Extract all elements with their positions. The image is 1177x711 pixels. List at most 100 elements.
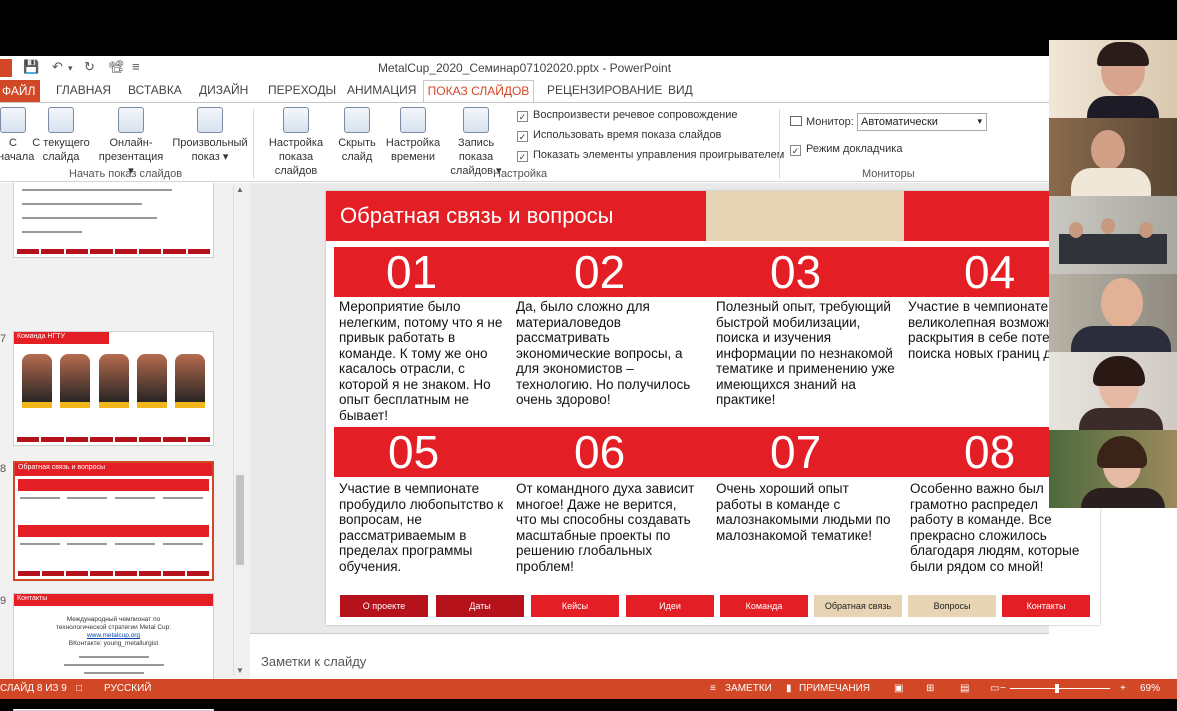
zoom-slider[interactable] bbox=[1010, 688, 1110, 689]
tab-review[interactable]: РЕЦЕНЗИРОВАНИЕ bbox=[547, 83, 662, 97]
participant-group bbox=[1059, 234, 1167, 264]
notes-pane[interactable]: Заметки к слайду bbox=[250, 633, 1049, 679]
thumb-text-line bbox=[79, 656, 149, 658]
black-top-border bbox=[0, 0, 1177, 56]
window-title: MetalCup_2020_Семинар07102020.pptx - Pow… bbox=[377, 61, 672, 75]
scrollbar-thumb[interactable] bbox=[236, 475, 244, 565]
ribbon-separator bbox=[779, 109, 780, 179]
timing-label-1: Настройка bbox=[385, 137, 441, 149]
timing-label-2: времени bbox=[391, 151, 435, 163]
scroll-down-icon[interactable]: ▼ bbox=[236, 666, 244, 675]
participant-body bbox=[1071, 326, 1171, 352]
language-indicator[interactable]: РУССКИЙ bbox=[104, 683, 151, 694]
normal-view-icon[interactable]: ▣ bbox=[894, 683, 903, 694]
thumb-text-line bbox=[67, 543, 107, 545]
present-online-label-1: Онлайн- bbox=[109, 137, 153, 149]
comments-toggle[interactable]: ПРИМЕЧАНИЯ bbox=[799, 683, 870, 694]
presenter-view-checkbox[interactable]: ✓ Режим докладчика bbox=[790, 143, 902, 156]
nav-button-dates[interactable]: Даты bbox=[436, 595, 524, 617]
cell-text-01[interactable]: Мероприятие было нелегким, потому что я … bbox=[339, 299, 504, 423]
nav-button-ideas[interactable]: Идеи bbox=[626, 595, 714, 617]
tab-transitions[interactable]: ПЕРЕХОДЫ bbox=[268, 83, 336, 97]
slide-title[interactable]: Обратная связь и вопросы bbox=[340, 203, 613, 229]
zoom-level[interactable]: 69% bbox=[1140, 683, 1160, 694]
participant-video-6[interactable] bbox=[1049, 430, 1177, 508]
thumb-caption bbox=[22, 402, 52, 408]
setup-icon bbox=[283, 107, 309, 133]
group-label-monitors: Мониторы bbox=[862, 168, 915, 180]
monitor-icon bbox=[790, 116, 802, 126]
nav-button-feedback[interactable]: Обратная связь bbox=[814, 595, 902, 617]
tab-insert[interactable]: ВСТАВКА bbox=[128, 83, 182, 97]
comments-icon[interactable]: ▮ bbox=[786, 683, 792, 694]
slide-canvas[interactable]: Обратная связь и вопросы 01 02 03 04 Мер… bbox=[326, 191, 1100, 625]
participant-face bbox=[1069, 222, 1083, 238]
thumb-contact-line: ВКонтакте: young_metallurgist bbox=[68, 640, 159, 647]
cell-text-07[interactable]: Очень хороший опыт работы в команде с ма… bbox=[716, 481, 896, 543]
thumb-number-bar bbox=[18, 525, 209, 537]
globe-icon bbox=[118, 107, 144, 133]
thumb-title: Команда НГТУ bbox=[14, 332, 109, 344]
nav-button-questions[interactable]: Вопросы bbox=[908, 595, 996, 617]
reading-view-icon[interactable]: ▤ bbox=[960, 683, 969, 694]
notes-toggle[interactable]: ЗАМЕТКИ bbox=[725, 683, 772, 694]
thumb-contact-line: Международный чемпионат по bbox=[66, 616, 161, 623]
cell-text-03[interactable]: Полезный опыт, требующий быстрой мобилиз… bbox=[716, 299, 896, 408]
participant-video-1[interactable] bbox=[1049, 40, 1177, 118]
nav-button-cases[interactable]: Кейсы bbox=[531, 595, 619, 617]
zoom-slider-thumb[interactable] bbox=[1055, 684, 1059, 693]
nav-button-team[interactable]: Команда bbox=[720, 595, 808, 617]
tab-home[interactable]: ГЛАВНАЯ bbox=[56, 83, 111, 97]
play-narrations-checkbox[interactable]: ✓ Воспроизвести речевое сопровождение bbox=[517, 109, 738, 122]
thumb-title: Обратная связь и вопросы bbox=[15, 463, 212, 476]
slide-sorter-icon[interactable]: ⊞ bbox=[926, 683, 934, 694]
monitor-dropdown-value: Автоматически bbox=[861, 116, 938, 128]
monitor-dropdown[interactable]: Автоматически ▾ bbox=[857, 113, 987, 131]
hide-slide-button[interactable]: Скрыть слайд bbox=[336, 107, 378, 164]
participant-face bbox=[1139, 222, 1153, 238]
slide-thumbnail-7[interactable]: Команда НГТУ bbox=[13, 331, 214, 446]
set-up-slideshow-button[interactable]: Настройка показа слайдов bbox=[257, 107, 335, 178]
custom-show-button[interactable]: Произвольный показ ▾ bbox=[170, 107, 250, 164]
custom-show-label-2: показ ▾ bbox=[191, 151, 229, 163]
cell-number-04: 04 bbox=[964, 246, 1016, 298]
show-media-controls-checkbox[interactable]: ✓ Показать элементы управления проигрыват… bbox=[517, 149, 784, 162]
nav-button-contacts[interactable]: Контакты bbox=[1002, 595, 1090, 617]
use-timings-checkbox[interactable]: ✓ Использовать время показа слайдов bbox=[517, 129, 721, 142]
tab-file[interactable]: ФАЙЛ bbox=[0, 80, 40, 102]
participant-video-4[interactable] bbox=[1049, 274, 1177, 352]
thumb-text-line bbox=[84, 672, 144, 674]
nav-button-about[interactable]: О проекте bbox=[340, 595, 428, 617]
slide-number-9: 9 bbox=[0, 595, 7, 607]
thumbnails-scrollbar[interactable]: ▲ ▼ bbox=[233, 185, 245, 675]
cell-text-05[interactable]: Участие в чемпионате пробудило любопытст… bbox=[339, 481, 504, 574]
zoom-in-icon[interactable]: + bbox=[1120, 683, 1126, 694]
notes-toggle-icon[interactable]: ≡ bbox=[710, 683, 716, 694]
tab-animations[interactable]: АНИМАЦИЯ bbox=[347, 83, 416, 97]
spelling-icon[interactable]: □ bbox=[76, 683, 82, 694]
cell-text-06[interactable]: От командного духа зависит многое! Даже … bbox=[516, 481, 696, 574]
thumb-photo bbox=[137, 354, 167, 404]
slide-thumbnail-6[interactable] bbox=[13, 183, 214, 258]
zoom-out-icon[interactable]: − bbox=[1000, 683, 1006, 694]
from-current-slide-button[interactable]: С текущего слайда bbox=[32, 107, 90, 164]
rehearse-timings-button[interactable]: Настройка времени bbox=[384, 107, 442, 164]
setup-label-2: показа слайдов bbox=[274, 151, 318, 177]
from-beginning-button[interactable]: С начала bbox=[0, 107, 34, 164]
participant-video-2[interactable] bbox=[1049, 118, 1177, 196]
thumb-text-line bbox=[20, 497, 60, 499]
tab-slide-show[interactable]: ПОКАЗ СЛАЙДОВ bbox=[423, 80, 534, 103]
scroll-up-icon[interactable]: ▲ bbox=[236, 185, 244, 194]
slide-editor[interactable]: Обратная связь и вопросы 01 02 03 04 Мер… bbox=[250, 183, 1100, 679]
slide-thumbnails-pane[interactable]: 7 Команда НГТУ 8 Обратная связь и вопрос… bbox=[0, 183, 250, 711]
notes-placeholder[interactable]: Заметки к слайду bbox=[261, 654, 366, 669]
slideshow-view-icon[interactable]: ▭ bbox=[990, 683, 999, 694]
tab-design[interactable]: ДИЗАЙН bbox=[199, 83, 248, 97]
participant-video-3[interactable] bbox=[1049, 196, 1177, 274]
participant-video-5[interactable] bbox=[1049, 352, 1177, 430]
cell-text-02[interactable]: Да, было сложно для материаловедов рассм… bbox=[516, 299, 696, 408]
play-narrations-label: Воспроизвести речевое сопровождение bbox=[533, 109, 738, 121]
tab-view[interactable]: ВИД bbox=[668, 83, 693, 97]
slide-header-accent bbox=[706, 191, 904, 241]
slide-thumbnail-8-selected[interactable]: Обратная связь и вопросы bbox=[13, 461, 214, 581]
